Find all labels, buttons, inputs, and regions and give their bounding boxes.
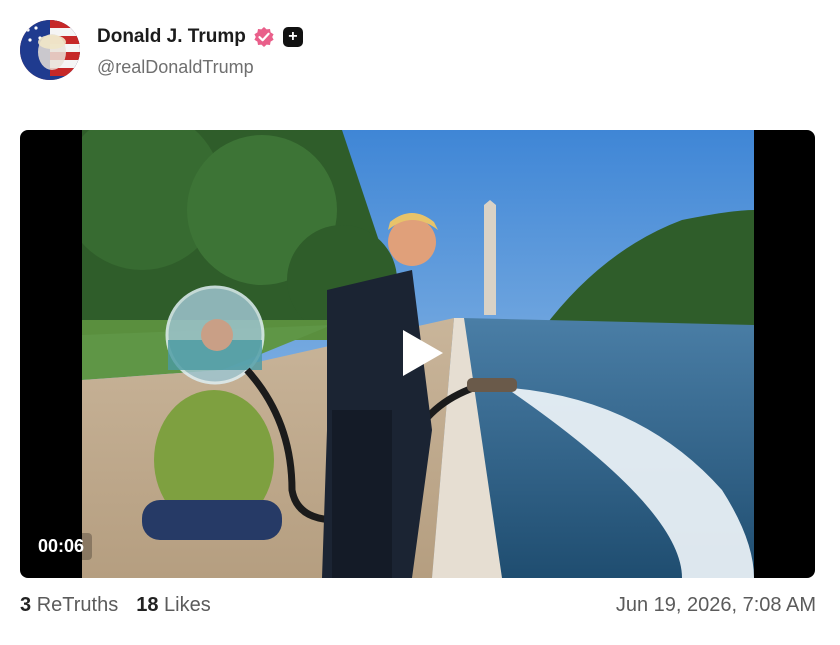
- retruths-label: ReTruths: [36, 594, 119, 616]
- verified-badge-icon: [253, 26, 275, 48]
- post-timestamp[interactable]: Jun 19, 2026, 7:08 AM: [616, 594, 816, 617]
- likes-count[interactable]: 18 Likes: [136, 594, 211, 617]
- post-stats: 3 ReTruths 18 Likes: [20, 594, 229, 617]
- avatar[interactable]: [20, 20, 80, 80]
- likes-number: 18: [136, 594, 159, 616]
- flag-portrait-avatar-icon: [20, 20, 80, 80]
- retruths-number: 3: [20, 594, 32, 616]
- plus-badge-icon: +: [282, 27, 303, 47]
- likes-label: Likes: [164, 594, 211, 616]
- video-duration: 00:06: [30, 533, 93, 560]
- display-name[interactable]: Donald J. Trump: [97, 26, 246, 48]
- user-handle[interactable]: @realDonaldTrump: [97, 57, 254, 78]
- retruths-count[interactable]: 3 ReTruths: [20, 594, 118, 617]
- name-row: Donald J. Trump +: [97, 26, 303, 48]
- play-button[interactable]: [396, 324, 450, 382]
- video-player[interactable]: 00:06: [20, 130, 815, 578]
- play-icon: [403, 330, 443, 376]
